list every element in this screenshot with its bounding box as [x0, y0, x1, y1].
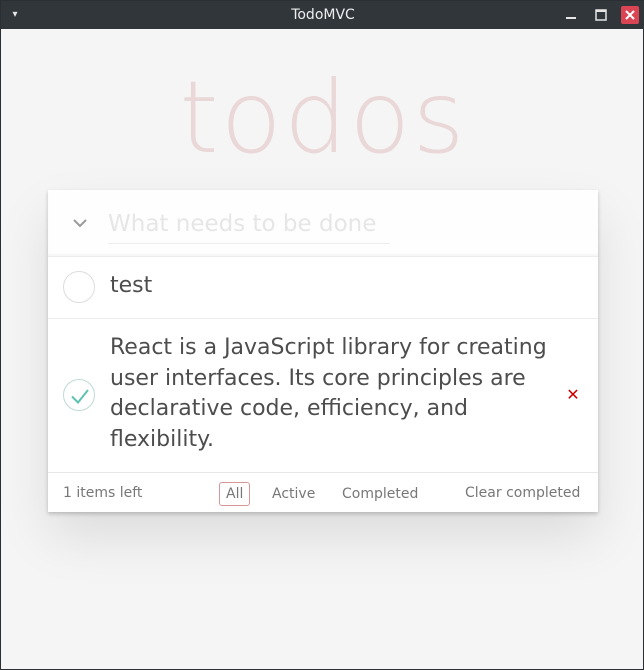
new-todo-input[interactable] [108, 204, 390, 244]
todo-toggle-checkbox[interactable] [63, 379, 95, 411]
filter-all[interactable]: All [219, 482, 251, 506]
close-icon: ✕ [566, 385, 580, 404]
items-left-count: 1 items left [63, 485, 143, 501]
app-heading: todos [179, 59, 467, 176]
app-window: ▾ TodoMVC todos What needs to be done te… [0, 0, 644, 670]
todo-label[interactable]: React is a JavaScript library for creati… [110, 333, 550, 455]
close-button[interactable] [621, 6, 639, 24]
todo-item: test [48, 256, 598, 318]
delete-todo-button[interactable]: ✕ [561, 383, 585, 407]
todo-toggle-checkbox[interactable] [63, 271, 95, 303]
todo-app: test React is a JavaScript library for c… [48, 190, 598, 512]
checkmark-icon [71, 389, 89, 404]
maximize-button[interactable] [592, 6, 610, 24]
minimize-icon [566, 17, 576, 19]
todo-item: React is a JavaScript library for creati… [48, 318, 598, 472]
filter-active[interactable]: Active [265, 482, 322, 506]
todo-footer: 1 items left All Active Completed Clear … [48, 472, 598, 512]
clear-completed-button[interactable]: Clear completed [465, 473, 580, 513]
close-icon [625, 10, 635, 20]
toggle-all-button[interactable] [62, 210, 98, 236]
chevron-down-icon [73, 219, 87, 228]
title-bar: ▾ TodoMVC [1, 1, 644, 29]
window-title: TodoMVC [291, 7, 355, 23]
filter-completed[interactable]: Completed [335, 482, 425, 506]
todo-header [48, 190, 598, 256]
maximize-icon [595, 9, 607, 21]
todo-label[interactable]: test [110, 271, 550, 302]
minimize-button[interactable] [562, 6, 580, 24]
